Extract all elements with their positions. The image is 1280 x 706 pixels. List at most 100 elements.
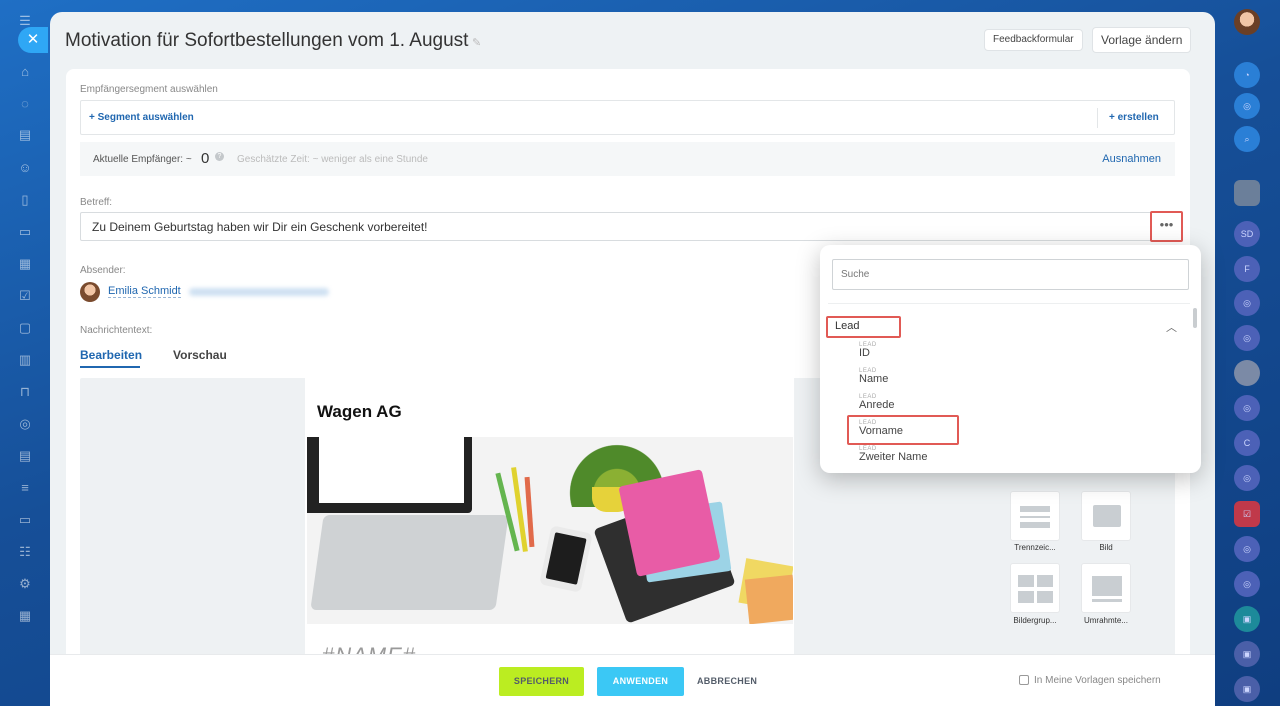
- tasks-icon[interactable]: ▤: [17, 127, 33, 143]
- image-block[interactable]: [1081, 491, 1131, 541]
- change-template-button[interactable]: Vorlage ändern: [1092, 27, 1192, 53]
- select-segment-link[interactable]: + Segment auswählen: [89, 112, 194, 123]
- store-icon[interactable]: ▭: [17, 512, 33, 528]
- chat-avatar-sd[interactable]: SD: [1234, 221, 1260, 247]
- cancel-button[interactable]: ABBRECHEN: [697, 667, 757, 696]
- field-name: Zweiter Name: [859, 451, 928, 463]
- create-segment-link[interactable]: + erstellen: [1109, 112, 1159, 123]
- image-group-block[interactable]: [1010, 563, 1060, 613]
- lock-icon[interactable]: ▣: [1234, 676, 1260, 702]
- field-item-firstname[interactable]: LEAD Vorname: [859, 420, 1019, 437]
- calendar-icon[interactable]: ▦: [17, 256, 33, 272]
- tab-edit[interactable]: Bearbeiten: [80, 348, 142, 362]
- action-footer: SPEICHERN ANWENDEN ABBRECHEN In Meine Vo…: [50, 654, 1215, 706]
- field-item-middlename[interactable]: LEAD Zweiter Name: [859, 446, 1019, 463]
- hero-image[interactable]: [307, 437, 793, 624]
- apps-icon[interactable]: ▦: [17, 608, 33, 624]
- lock-icon[interactable]: ▣: [1234, 641, 1260, 667]
- chat-channel-icon[interactable]: ◎: [1234, 571, 1260, 597]
- drive-icon[interactable]: ▭: [17, 224, 33, 240]
- field-search-input[interactable]: [832, 259, 1189, 290]
- chat-icon[interactable]: ▢: [17, 320, 33, 336]
- notebook-shape: [618, 469, 721, 577]
- feedback-button[interactable]: Feedbackformular: [984, 29, 1083, 51]
- chat-avatar-2[interactable]: [1234, 360, 1260, 386]
- chat-avatar-f[interactable]: F: [1234, 256, 1260, 282]
- insert-field-button[interactable]: •••: [1150, 211, 1183, 242]
- save-template-checkbox[interactable]: [1019, 675, 1029, 685]
- recipients-label: Aktuelle Empfänger: ~: [93, 154, 192, 165]
- divider-block[interactable]: [1010, 491, 1060, 541]
- active-tab-indicator: [80, 366, 140, 368]
- close-slider-button[interactable]: ✕: [18, 27, 48, 53]
- laptop-shape: [307, 437, 472, 513]
- notifications-icon[interactable]: ◔: [1234, 62, 1260, 88]
- block-label-image: Bild: [1099, 543, 1113, 552]
- checklist-icon[interactable]: ☑: [17, 288, 33, 304]
- task-chat-icon[interactable]: ☑: [1234, 501, 1260, 527]
- activity-icon[interactable]: ◎: [1234, 93, 1260, 119]
- user-avatar[interactable]: [1234, 9, 1260, 35]
- chat-channel-icon[interactable]: ◎: [1234, 290, 1260, 316]
- sender-avatar: [80, 282, 100, 302]
- framed-image-icon: [1092, 576, 1122, 596]
- divider-icon: [1020, 506, 1050, 512]
- phone-shape: [539, 525, 593, 593]
- team-icon[interactable]: ☷: [17, 544, 33, 560]
- recipients-count: 0: [201, 150, 210, 167]
- chat-avatar-1[interactable]: [1234, 180, 1260, 206]
- save-button[interactable]: SPEICHERN: [499, 667, 584, 696]
- field-item-name[interactable]: LEAD Name: [859, 368, 1019, 385]
- field-name: ID: [859, 347, 870, 359]
- exclusions-link[interactable]: Ausnahmen: [1102, 153, 1161, 165]
- subject-label: Betreff:: [80, 197, 113, 208]
- search-chat-icon[interactable]: ⌕: [1234, 126, 1260, 152]
- field-name: Vorname: [859, 425, 904, 437]
- field-name: Anrede: [859, 399, 895, 411]
- home-icon[interactable]: ⌂: [17, 64, 33, 80]
- block-label-divider: Trennzeic...: [1014, 543, 1056, 552]
- settings-icon[interactable]: ⚙: [17, 576, 33, 592]
- analytics-icon[interactable]: ▥: [17, 352, 33, 368]
- storage-icon[interactable]: ▤: [17, 448, 33, 464]
- recipients-row: Aktuelle Empfänger: ~ 0 ? Geschätzte Zei…: [80, 142, 1175, 176]
- left-nav-rail: ☰ ✕ ⌂ ◌ ▤ ☺ ▯ ▭ ▦ ☑ ▢ ▥ ⊓ ◎ ▤ ≡ ▭ ☷ ⚙ ▦: [0, 0, 50, 706]
- chat-channel-icon[interactable]: ◎: [1234, 325, 1260, 351]
- chat-avatar-c[interactable]: C: [1234, 430, 1260, 456]
- subject-input[interactable]: Zu Deinem Geburtstag haben wir Dir ein G…: [80, 212, 1175, 241]
- help-icon[interactable]: ?: [215, 152, 224, 161]
- email-brand-heading[interactable]: Wagen AG: [317, 402, 402, 422]
- chat-channel-icon[interactable]: ◎: [1234, 536, 1260, 562]
- image-group-icon: [1018, 575, 1034, 587]
- feed-icon[interactable]: ◌: [17, 96, 33, 112]
- lock-icon[interactable]: ▣: [1234, 606, 1260, 632]
- chat-channel-icon[interactable]: ◎: [1234, 395, 1260, 421]
- segment-label: Empfängersegment auswählen: [80, 84, 218, 95]
- contacts-icon[interactable]: ☺: [17, 160, 33, 176]
- chevron-up-icon[interactable]: ︿: [1166, 319, 1177, 335]
- popup-scrollbar[interactable]: [1193, 308, 1197, 328]
- save-template-label[interactable]: In Meine Vorlagen speichern: [1034, 675, 1161, 686]
- estimated-time: Geschätzte Zeit: ~ weniger als eine Stun…: [237, 154, 428, 165]
- chat-channel-icon[interactable]: ◎: [1234, 465, 1260, 491]
- field-item-id[interactable]: LEAD ID: [859, 342, 1019, 359]
- apply-button[interactable]: ANWENDEN: [597, 667, 684, 696]
- framed-image-block[interactable]: [1081, 563, 1131, 613]
- field-name: Name: [859, 373, 889, 385]
- right-chat-rail: ◔ ◎ ⌕ SD F ◎ ◎ ◎ C ◎ ☑ ◎ ◎ ▣ ▣ ▣: [1216, 0, 1280, 706]
- filter-icon[interactable]: ≡: [17, 480, 33, 496]
- documents-icon[interactable]: ▯: [17, 192, 33, 208]
- group-header-lead[interactable]: Lead: [826, 316, 901, 338]
- sticky-note-shape: [744, 574, 793, 624]
- marketing-icon[interactable]: ◎: [17, 416, 33, 432]
- tab-preview[interactable]: Vorschau: [173, 348, 227, 362]
- sender-name-link[interactable]: Emilia Schmidt: [108, 285, 181, 298]
- edit-title-icon[interactable]: ✎: [472, 36, 484, 49]
- block-label-imagegroup: Bildergrup...: [1013, 616, 1057, 625]
- pencil-shape: [524, 476, 535, 548]
- field-item-salutation[interactable]: LEAD Anrede: [859, 394, 1019, 411]
- image-icon: [1093, 505, 1121, 527]
- sender-email-blurred: [189, 288, 329, 296]
- segment-divider: [1097, 108, 1098, 128]
- cart-icon[interactable]: ⊓: [17, 384, 33, 400]
